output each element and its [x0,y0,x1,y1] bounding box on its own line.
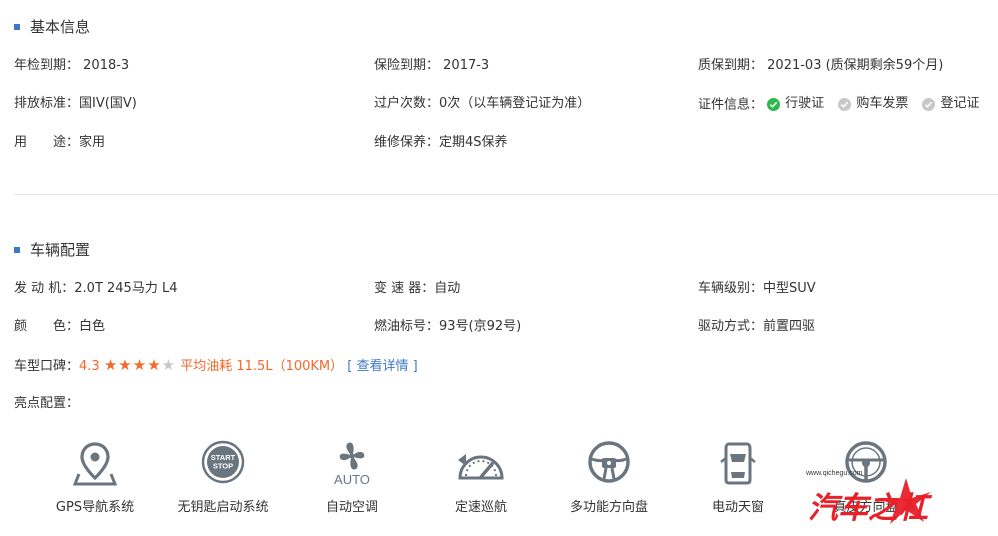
color: 颜 色：白色 [14,319,106,334]
usage: 用 途：家用 [14,135,106,150]
star-icon: ★ [147,356,162,374]
star-icon: ★ [132,356,148,374]
sunroof-icon [720,442,756,485]
svg-text:AUTO: AUTO [334,472,370,486]
emission-standard: 排放标准：国IV(国V) [14,96,137,111]
cert-driving-license: 行驶证 [767,94,824,114]
auto-ac-icon: AUTO [334,442,370,486]
check-icon [838,97,852,111]
brand-logo-icon: 汽车之杠 [808,478,933,526]
feature-gps: GPS导航系统 [35,440,155,515]
basic-row-2: 排放标准：国IV(国V) 过户次数：0次（以车辆登记证为准） 证件信息： 行驶证… [0,94,998,114]
avg-fuel-consumption: 平均油耗 11.5L（100KM） [180,359,344,374]
transfer-count: 过户次数：0次（以车辆登记证为准） [374,96,591,111]
transmission: 变 速 器：自动 [374,281,461,296]
cruise-control-icon [458,454,504,480]
feature-label: 自动空调 [325,500,378,515]
feature-label: 多功能方向盘 [569,500,648,515]
feature-sunroof: 电动天窗 [678,440,798,515]
documents-info: 证件信息： 行驶证 购车发票 登记证 [698,94,980,114]
config-row-2: 颜 色：白色 燃油标号：93号(京92号) 驱动方式：前置四驱 [0,317,998,337]
engine: 发 动 机：2.0T 245马力 L4 [14,281,178,296]
vehicle-class: 车辆级别：中型SUV [698,281,816,296]
basic-row-1: 年检到期： 2018-3 保险到期： 2017-3 质保到期： 2021-03 … [0,56,998,76]
rating-row: 车型口碑：4.3 ★★★★★ 平均油耗 11.5L（100KM） [ 查看详情 … [0,355,998,375]
feature-label: GPS导航系统 [55,500,135,515]
svg-text:汽车之杠: 汽车之杠 [808,491,933,526]
check-icon [922,97,936,111]
cert-registration: 登记证 [922,94,979,114]
rating-score: 4.3 [79,359,100,374]
inspection-expiry: 年检到期： 2018-3 [14,58,130,73]
check-icon [767,97,781,111]
star-icon: ★ [118,356,133,374]
basic-row-3: 用 途：家用 维修保养：定期4S保养 [0,133,998,153]
watermark-logo: www.qichegu.com 汽车之杠 [806,470,966,530]
cert-purchase-invoice: 购车发票 [838,94,908,114]
multifunction-steering-icon [588,441,630,483]
feature-cruise-control: 定速巡航 [421,440,541,515]
feature-auto-ac: AUTO 自动空调 [292,440,412,515]
star-icon: ★ [103,356,119,374]
view-details-link[interactable]: [ 查看详情 ] [347,359,417,374]
section-marker [14,246,20,253]
section-divider [14,194,998,195]
feature-multifunction-steering: 多功能方向盘 [549,440,669,515]
config-row-1: 发 动 机：2.0T 245马力 L4 变 速 器：自动 车辆级别：中型SUV [0,279,998,299]
highlights-label: 亮点配置： [14,396,80,411]
start-stop-icon: START STOP [201,440,245,484]
feature-label: 定速巡航 [454,500,507,515]
section-marker [14,23,20,30]
half-star-icon: ★ [161,356,177,374]
svg-text:STOP: STOP [213,462,233,471]
gps-icon [73,442,117,486]
insurance-expiry: 保险到期： 2017-3 [374,58,490,73]
highlights-row: 亮点配置： [0,394,998,414]
vehicle-config-title: 车辆配置 [14,239,90,260]
feature-label: 无钥匙启动系统 [177,500,269,515]
warranty-expiry: 质保到期： 2021-03 (质保期剩余59个月) [698,58,944,73]
basic-info-title: 基本信息 [14,16,90,37]
drive-type: 驱动方式：前置四驱 [698,319,816,334]
fuel-grade: 燃油标号：93号(京92号) [374,319,522,334]
maintenance: 维修保养：定期4S保养 [374,135,508,150]
model-rating: 车型口碑：4.3 ★★★★★ 平均油耗 11.5L（100KM） [ 查看详情 … [14,356,418,374]
feature-label: 电动天窗 [711,500,764,515]
watermark-url: www.qichegu.com [806,470,863,477]
feature-keyless-start: START STOP 无钥匙启动系统 [163,440,283,515]
